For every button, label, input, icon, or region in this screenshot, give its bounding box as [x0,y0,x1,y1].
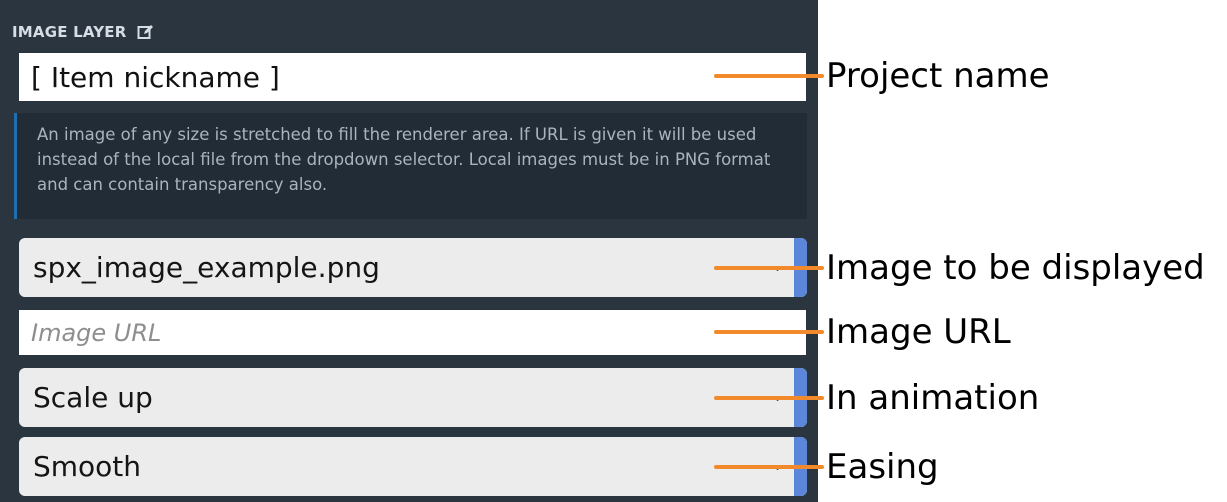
edit-icon[interactable] [137,24,154,40]
easing-value: Smooth [33,450,142,483]
callout-label: Image to be displayed [826,248,1205,288]
image-url-input[interactable]: Image URL [19,310,806,355]
item-nickname-input[interactable]: [ Item nickname ] [19,53,806,101]
callout-label: Easing [826,447,939,487]
in-animation-select[interactable]: Scale up ⌄ [19,368,807,427]
image-url-placeholder: Image URL [31,318,162,347]
callout-line [714,396,824,400]
callout-line [714,74,824,78]
image-file-value: spx_image_example.png [33,251,380,284]
image-file-select[interactable]: spx_image_example.png ⌄ [19,238,807,297]
callout-in-animation: In animation [714,378,1039,418]
info-box: An image of any size is stretched to fil… [14,113,807,219]
panel-header: IMAGE LAYER [12,20,154,44]
item-nickname-value: [ Item nickname ] [31,60,280,94]
callout-line [714,465,824,469]
callout-line [714,266,824,270]
callout-label: Project name [826,56,1050,96]
callout-project-name: Project name [714,56,1050,96]
callout-easing: Easing [714,447,939,487]
info-text: An image of any size is stretched to fil… [37,125,771,194]
in-animation-value: Scale up [33,381,153,414]
image-layer-panel: IMAGE LAYER [ Item nickname ] An image o… [0,0,818,502]
callout-image-to-be-displayed: Image to be displayed [714,248,1205,288]
callout-line [714,330,824,334]
callout-label: In animation [826,378,1040,418]
easing-select[interactable]: Smooth ⌄ [19,437,807,496]
callout-label: Image URL [826,312,1011,352]
callout-image-url: Image URL [714,312,1011,352]
panel-title: IMAGE LAYER [12,23,127,41]
